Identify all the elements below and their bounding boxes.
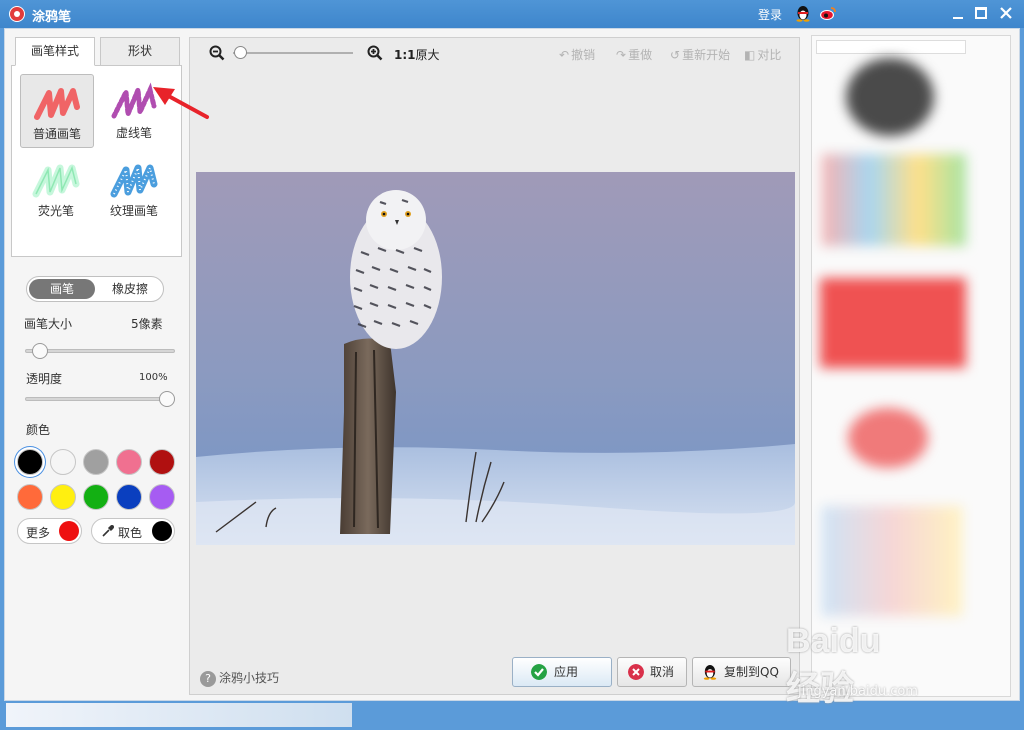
restart-button[interactable]: ↺ 重新开始 (670, 46, 730, 63)
zoom-out-icon[interactable] (209, 45, 225, 61)
eyedropper-icon (102, 525, 114, 537)
color-swatch[interactable] (17, 484, 43, 510)
blurred-ad (820, 278, 966, 368)
cancel-label: 取消 (650, 665, 675, 679)
weibo-icon[interactable] (819, 5, 837, 21)
cancel-icon (628, 664, 644, 680)
login-link[interactable]: 登录 (758, 6, 782, 23)
apply-label: 应用 (554, 665, 579, 679)
zoom-slider[interactable] (233, 52, 353, 54)
color-swatch[interactable] (50, 484, 76, 510)
restart-icon: ↺ (670, 48, 681, 62)
pen-mode-button[interactable]: 画笔 (29, 279, 95, 299)
color-picker-label: 取色 (118, 526, 143, 540)
status-strip (6, 703, 352, 727)
normal-brush-icon (34, 88, 80, 120)
blurred-banner (822, 154, 966, 246)
eraser-mode-button[interactable]: 橡皮擦 (97, 279, 163, 299)
color-swatch[interactable] (149, 484, 175, 510)
copy-to-qq-label: 复制到QQ (724, 665, 779, 679)
more-colors-button[interactable]: 更多 (17, 518, 82, 544)
restart-label: 重新开始 (682, 48, 731, 62)
close-button[interactable] (999, 6, 1013, 20)
photo-canvas[interactable] (196, 172, 795, 545)
brush-texture[interactable]: 纹理画笔 (98, 152, 172, 226)
redo-button[interactable]: ↷ 重做 (616, 46, 652, 63)
color-swatch[interactable] (17, 449, 43, 475)
picked-color (152, 521, 172, 541)
color-picker-button[interactable]: 取色 (91, 518, 175, 544)
zoom-in-icon[interactable] (367, 45, 383, 61)
tab-brush-style[interactable]: 画笔样式 (15, 37, 95, 66)
blurred-avatar (846, 58, 934, 136)
brush-highlighter[interactable]: 荧光笔 (20, 152, 94, 226)
zoom-slider-handle[interactable] (234, 46, 247, 59)
original-size-button[interactable]: 1:1原大 (394, 46, 440, 63)
check-icon (531, 664, 547, 680)
opacity-slider[interactable] (25, 397, 175, 401)
brush-normal-label: 普通画笔 (32, 127, 81, 141)
color-swatch[interactable] (83, 484, 109, 510)
color-swatch[interactable] (50, 449, 76, 475)
highlighter-icon (32, 164, 80, 198)
more-colors-label: 更多 (26, 526, 51, 540)
undo-icon: ↶ (559, 48, 570, 62)
redo-label: 重做 (628, 48, 653, 62)
color-label: 颜色 (26, 423, 51, 437)
compare-button[interactable]: ◧ 对比 (744, 46, 781, 63)
brush-size-value: 5像素 (131, 317, 163, 331)
blurred-promo (848, 408, 928, 468)
title-bar: 涂鸦笔 登录 (0, 0, 1024, 28)
undo-label: 撤销 (571, 48, 596, 62)
tips-label: 涂鸦小技巧 (219, 671, 280, 685)
maximize-button[interactable] (975, 7, 987, 19)
brush-size-label: 画笔大小 (24, 317, 73, 331)
compare-icon: ◧ (744, 48, 756, 62)
cancel-button[interactable]: 取消 (617, 657, 687, 687)
opacity-label: 透明度 (26, 372, 63, 386)
color-swatch[interactable] (116, 449, 142, 475)
qq-penguin-icon[interactable] (795, 5, 811, 22)
window-title: 涂鸦笔 (32, 10, 72, 25)
opacity-value: 100% (139, 372, 168, 383)
color-swatch[interactable] (116, 484, 142, 510)
brush-size-slider-handle[interactable] (31, 343, 48, 359)
apply-button[interactable]: 应用 (512, 657, 612, 687)
copy-to-qq-button[interactable]: 复制到QQ (692, 657, 791, 687)
color-swatch[interactable] (83, 449, 109, 475)
undo-button[interactable]: ↶ 撤销 (559, 46, 595, 63)
opacity-slider-handle[interactable] (159, 391, 175, 407)
brush-texture-label: 纹理画笔 (109, 204, 158, 218)
meitu-app-icon (9, 6, 25, 22)
canvas-toolbar: 1:1原大 ↶ 撤销 ↷ 重做 ↺ 重新开始 ◧ 对比 (190, 38, 799, 68)
ratio-value: 1:1 (394, 48, 416, 62)
brush-normal[interactable]: 普通画笔 (20, 74, 94, 148)
main-panel: 画笔样式 形状 普通画笔 虚线笔 荧光笔 纹理画笔 画笔 橡皮擦 画笔大小 5像… (4, 28, 1020, 701)
snowy-owl-photo (196, 172, 795, 545)
annotation-arrow-icon (153, 87, 209, 119)
minimize-button[interactable] (951, 6, 965, 20)
blurred-gallery (822, 506, 962, 616)
help-icon: ? (200, 671, 216, 687)
doodle-tips-link[interactable]: ? 涂鸦小技巧 (200, 669, 279, 687)
compare-label: 对比 (757, 48, 782, 62)
watermark-url: jingyan.baidu.com (798, 684, 918, 699)
tab-shape[interactable]: 形状 (100, 37, 180, 66)
ad-sidebar (811, 35, 1011, 697)
ratio-label: 原大 (415, 48, 440, 62)
canvas-area: 1:1原大 ↶ 撤销 ↷ 重做 ↺ 重新开始 ◧ 对比 ? 涂鸦小技巧 应用 取… (189, 37, 800, 695)
redo-icon: ↷ (616, 48, 627, 62)
texture-brush-icon (110, 164, 158, 198)
pen-eraser-toggle: 画笔 橡皮擦 (26, 276, 164, 302)
sidebar-search-bar (816, 40, 966, 54)
color-swatch[interactable] (149, 449, 175, 475)
brush-dashed-label: 虚线笔 (115, 126, 152, 140)
brush-highlighter-label: 荧光笔 (37, 204, 74, 218)
qq-icon (703, 664, 717, 680)
current-custom-color (59, 521, 79, 541)
